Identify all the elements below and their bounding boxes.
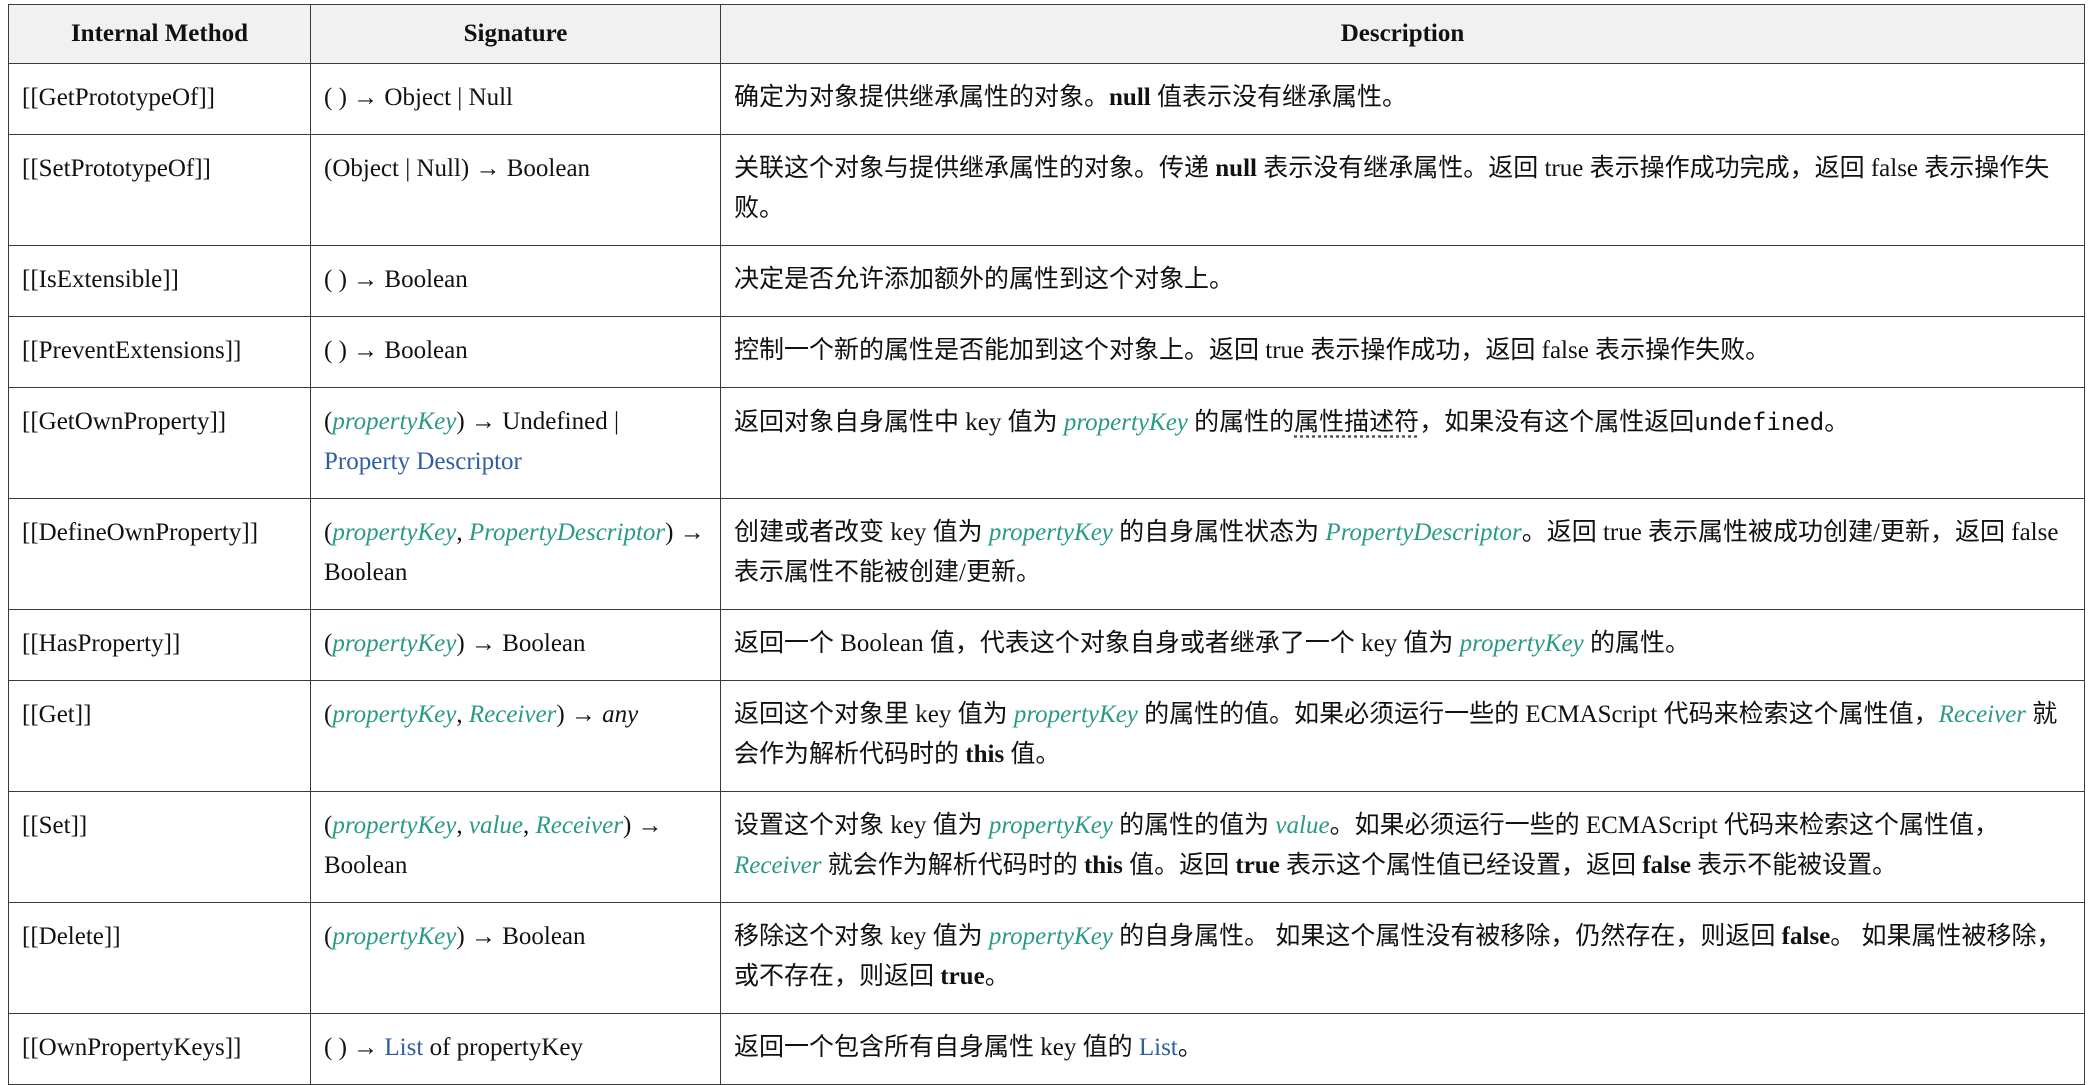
signature: ( ) → Boolean xyxy=(310,245,721,317)
description: 关联这个对象与提供继承属性的对象。传递 null 表示没有继承属性。返回 tru… xyxy=(720,134,2085,246)
param-receiver: Receiver xyxy=(734,852,822,879)
description: 确定为对象提供继承属性的对象。null 值表示没有继承属性。 xyxy=(720,63,2085,135)
list-link[interactable]: List xyxy=(384,1034,423,1061)
table-row: [[DefineOwnProperty]] (propertyKey, Prop… xyxy=(8,498,2085,610)
param-property-key: propertyKey xyxy=(988,519,1113,546)
description: 返回这个对象里 key 值为 propertyKey 的属性的值。如果必须运行一… xyxy=(720,680,2085,792)
description: 设置这个对象 key 值为 propertyKey 的属性的值为 value。如… xyxy=(720,791,2085,903)
method-name: [[HasProperty]] xyxy=(8,609,311,681)
param-property-key: propertyKey xyxy=(332,701,457,728)
param-property-key: propertyKey xyxy=(332,408,457,435)
method-name: [[Delete]] xyxy=(8,902,311,1014)
signature: (propertyKey, Receiver) → any xyxy=(310,680,721,792)
table-row: [[OwnPropertyKeys]] ( ) → List of proper… xyxy=(8,1013,2085,1085)
method-name: [[SetPrototypeOf]] xyxy=(8,134,311,246)
param-property-key: propertyKey xyxy=(332,630,457,657)
method-name: [[Set]] xyxy=(8,791,311,903)
description: 返回对象自身属性中 key 值为 propertyKey 的属性的属性描述符，如… xyxy=(720,387,2085,499)
undefined-code: undefined xyxy=(1694,408,1825,436)
method-name: [[DefineOwnProperty]] xyxy=(8,498,311,610)
property-descriptor-term[interactable]: 属性描述符 xyxy=(1294,409,1419,436)
description: 控制一个新的属性是否能加到这个对象上。返回 true 表示操作成功，返回 fal… xyxy=(720,316,2085,388)
signature: ( ) → Boolean xyxy=(310,316,721,388)
param-property-key: propertyKey xyxy=(332,812,457,839)
param-value: value xyxy=(1275,812,1330,839)
method-name: [[PreventExtensions]] xyxy=(8,316,311,388)
param-property-descriptor: PropertyDescriptor xyxy=(1325,519,1522,546)
signature: (propertyKey) → Undefined | Property Des… xyxy=(310,387,721,499)
method-name: [[Get]] xyxy=(8,680,311,792)
table-row: [[HasProperty]] (propertyKey) → Boolean … xyxy=(8,609,2085,681)
signature: (Object | Null) → Boolean xyxy=(310,134,721,246)
param-property-key: propertyKey xyxy=(1013,701,1138,728)
property-descriptor-link[interactable]: Property Descriptor xyxy=(324,448,522,475)
param-receiver: Receiver xyxy=(535,812,623,839)
table-row: [[IsExtensible]] ( ) → Boolean 决定是否允许添加额… xyxy=(8,245,2085,317)
signature: (propertyKey) → Boolean xyxy=(310,609,721,681)
description: 返回一个 Boolean 值，代表这个对象自身或者继承了一个 key 值为 pr… xyxy=(720,609,2085,681)
internal-methods-table-container: Internal Method Signature Description [[… xyxy=(8,4,2085,1085)
table-row: [[GetPrototypeOf]] ( ) → Object | Null 确… xyxy=(8,63,2085,135)
param-property-key: propertyKey xyxy=(332,923,457,950)
signature: (propertyKey) → Boolean xyxy=(310,902,721,1014)
list-link[interactable]: List xyxy=(1139,1034,1178,1061)
description: 决定是否允许添加额外的属性到这个对象上。 xyxy=(720,245,2085,317)
param-property-descriptor: PropertyDescriptor xyxy=(468,519,666,546)
param-value: value xyxy=(468,812,524,839)
param-property-key: propertyKey xyxy=(988,923,1113,950)
internal-methods-table: Internal Method Signature Description [[… xyxy=(8,4,2085,1085)
header-internal-method: Internal Method xyxy=(8,4,311,64)
param-receiver: Receiver xyxy=(1938,701,2027,728)
method-name: [[GetOwnProperty]] xyxy=(8,387,311,499)
param-property-key: propertyKey xyxy=(1063,409,1188,436)
signature: ( ) → Object | Null xyxy=(310,63,721,135)
method-name: [[GetPrototypeOf]] xyxy=(8,63,311,135)
param-property-key: propertyKey xyxy=(988,812,1113,839)
param-receiver: Receiver xyxy=(468,701,557,728)
param-property-key: propertyKey xyxy=(1459,630,1584,657)
return-any: any xyxy=(602,701,639,728)
table-row: [[SetPrototypeOf]] (Object | Null) → Boo… xyxy=(8,134,2085,246)
param-property-key: propertyKey xyxy=(332,519,457,546)
header-signature: Signature xyxy=(310,4,721,64)
description: 返回一个包含所有自身属性 key 值的 List。 xyxy=(720,1013,2085,1085)
table-row: [[PreventExtensions]] ( ) → Boolean 控制一个… xyxy=(8,316,2085,388)
signature: (propertyKey, PropertyDescriptor) → Bool… xyxy=(310,498,721,610)
table-header-row: Internal Method Signature Description xyxy=(8,4,2085,64)
table-row: [[Set]] (propertyKey, value, Receiver) →… xyxy=(8,791,2085,903)
method-name: [[IsExtensible]] xyxy=(8,245,311,317)
description: 创建或者改变 key 值为 propertyKey 的自身属性状态为 Prope… xyxy=(720,498,2085,610)
table-row: [[GetOwnProperty]] (propertyKey) → Undef… xyxy=(8,387,2085,499)
signature: ( ) → List of propertyKey xyxy=(310,1013,721,1085)
method-name: [[OwnPropertyKeys]] xyxy=(8,1013,311,1085)
signature: (propertyKey, value, Receiver) → Boolean xyxy=(310,791,721,903)
table-row: [[Get]] (propertyKey, Receiver) → any 返回… xyxy=(8,680,2085,792)
description: 移除这个对象 key 值为 propertyKey 的自身属性。 如果这个属性没… xyxy=(720,902,2085,1014)
table-row: [[Delete]] (propertyKey) → Boolean 移除这个对… xyxy=(8,902,2085,1014)
header-description: Description xyxy=(720,4,2085,64)
